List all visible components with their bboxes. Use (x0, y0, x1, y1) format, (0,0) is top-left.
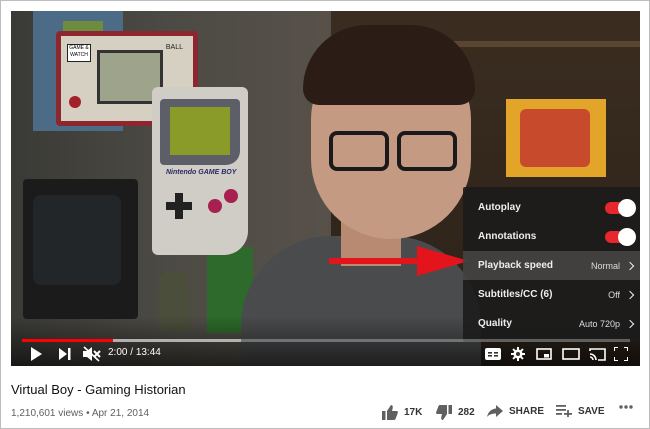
time-separator: / (130, 347, 134, 358)
playback-speed-value: Normal (590, 260, 620, 271)
playlist-add-icon (556, 405, 572, 417)
fullscreen-icon (614, 347, 628, 361)
menu-item-quality[interactable]: Quality Auto 720p (463, 309, 640, 338)
subtitles-value: Off (608, 289, 620, 300)
gw-game-label: BALL (165, 44, 183, 51)
cc-icon (485, 348, 501, 360)
play-icon (31, 347, 42, 361)
gb-brand-label: Nintendo GAME BOY (166, 169, 237, 176)
gw-left-button (69, 96, 81, 108)
view-count: 1,210,601 views (11, 408, 84, 419)
share-label: SHARE (509, 405, 545, 417)
next-icon (59, 348, 71, 360)
gb-a-button (224, 189, 238, 203)
presenter-hair (303, 25, 475, 105)
cast-button[interactable] (586, 345, 608, 363)
game-boy-device: Nintendo GAME BOY (152, 87, 248, 255)
menu-item-subtitles[interactable]: Subtitles/CC (6) Off (463, 280, 640, 309)
settings-menu: Autoplay Annotations Playback speed Norm… (463, 187, 640, 342)
thumbs-up-icon (382, 405, 398, 420)
like-count: 17K (404, 407, 423, 418)
share-button[interactable]: SHARE (487, 405, 544, 417)
crt-monitor (23, 179, 138, 319)
theater-mode-icon (562, 348, 580, 360)
autoplay-toggle[interactable] (605, 198, 636, 217)
progress-bar[interactable] (22, 339, 630, 342)
chevron-right-icon (625, 290, 635, 299)
autoplay-label: Autoplay (478, 202, 521, 213)
like-button[interactable]: 17K (382, 405, 422, 420)
video-player[interactable]: GAME & WATCH BALL Nintendo GAME BOY Auto… (11, 11, 640, 366)
annotations-toggle[interactable] (605, 227, 636, 246)
mute-button[interactable] (81, 345, 103, 363)
play-button[interactable] (27, 345, 45, 363)
video-title: Virtual Boy - Gaming Historian (11, 382, 186, 397)
annotations-label: Annotations (478, 231, 537, 242)
dislike-count: 282 (458, 407, 475, 418)
gb-dpad (166, 193, 192, 219)
volume-muted-icon (83, 346, 101, 362)
time-total: 13:44 (135, 347, 161, 358)
video-meta: 1,210,601 views • Apr 21, 2014 (11, 408, 149, 419)
quality-label: Quality (478, 318, 512, 329)
next-button[interactable] (56, 345, 74, 363)
theater-mode-button[interactable] (560, 345, 582, 363)
more-actions-button[interactable] (619, 405, 633, 409)
gb-b-button (208, 199, 222, 213)
gw-brand-label: GAME & WATCH (67, 44, 91, 62)
gear-icon (511, 347, 525, 361)
menu-item-annotations[interactable]: Annotations (463, 222, 640, 251)
time-display: 2:00 / 13:44 (108, 347, 161, 358)
upload-date: Apr 21, 2014 (91, 408, 150, 419)
quality-value: Auto 720p (578, 318, 620, 329)
shelf-board (451, 41, 640, 47)
subtitles-button[interactable] (483, 345, 503, 363)
dislike-button[interactable]: 282 (436, 405, 475, 420)
mario-poster (506, 99, 606, 177)
cast-icon (588, 347, 606, 361)
progress-played (22, 339, 113, 342)
miniplayer-button[interactable] (534, 345, 554, 363)
date-separator: • (86, 408, 90, 419)
menu-item-autoplay[interactable]: Autoplay (463, 193, 640, 222)
save-button[interactable]: SAVE (556, 405, 605, 417)
share-icon (487, 405, 503, 417)
settings-button[interactable] (508, 345, 528, 363)
miniplayer-icon (536, 348, 552, 360)
more-horizontal-icon (619, 405, 633, 409)
gb-screen (170, 107, 230, 155)
playback-speed-label: Playback speed (478, 260, 554, 271)
time-current: 2:00 (108, 347, 128, 358)
presenter-glasses (329, 131, 461, 171)
annotation-arrow-icon (329, 246, 469, 276)
fullscreen-button[interactable] (611, 345, 631, 363)
subtitles-label: Subtitles/CC (6) (478, 289, 553, 300)
chevron-right-icon (625, 319, 635, 328)
chevron-right-icon (625, 261, 635, 270)
save-label: SAVE (578, 405, 605, 417)
menu-item-playback-speed[interactable]: Playback speed Normal (463, 251, 640, 280)
thumbs-down-icon (436, 405, 452, 420)
